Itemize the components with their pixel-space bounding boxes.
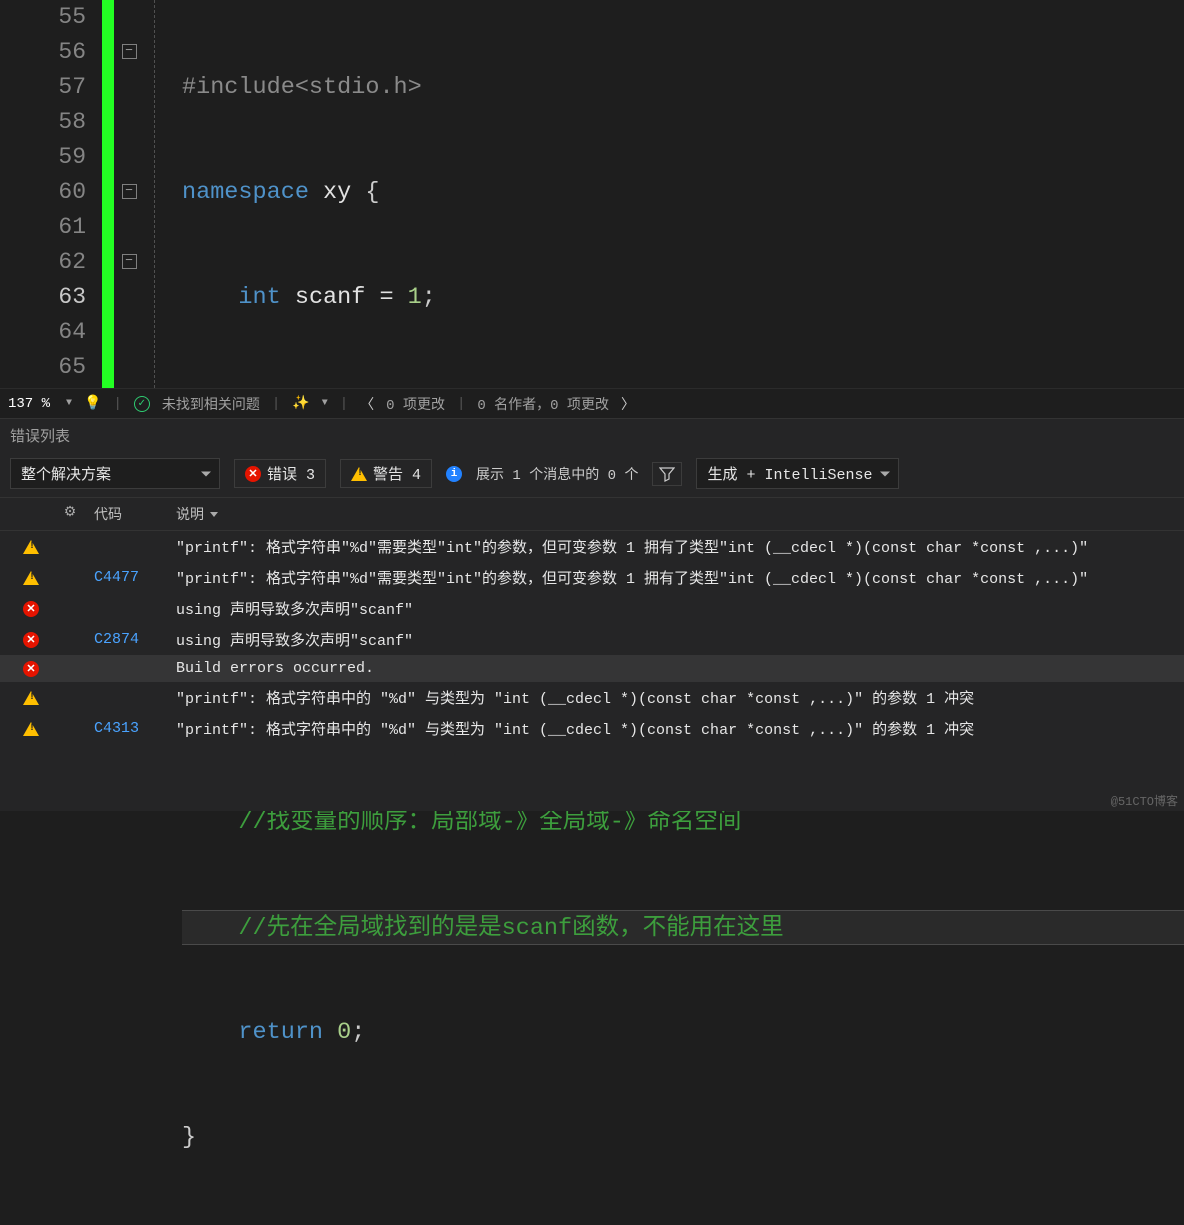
fold-toggle[interactable]: − — [122, 44, 137, 59]
info-filter-label[interactable]: 展示 1 个消息中的 0 个 — [476, 464, 638, 484]
error-code[interactable]: C2874 — [90, 631, 172, 648]
change-margin — [102, 0, 114, 388]
warning-icon — [23, 691, 39, 705]
nav-left-icon[interactable]: 〈 — [360, 394, 374, 414]
fold-column[interactable]: − − − — [114, 0, 144, 388]
fold-toggle[interactable]: − — [122, 184, 137, 199]
wand-icon[interactable]: ✨ — [292, 395, 309, 412]
error-row[interactable]: "printf": 格式字符串中的 "%d" 与类型为 "int (__cdec… — [0, 682, 1184, 713]
warning-icon — [23, 571, 39, 585]
errors-filter[interactable]: ✕ 错误 3 — [234, 459, 326, 488]
error-row[interactable]: ✕ C2874using 声明导致多次声明"scanf" — [0, 624, 1184, 655]
editor-status-bar: 137 % ▼ 💡 | ✓ 未找到相关问题 | ✨ ▼ | 〈 0 项更改 | … — [0, 388, 1184, 418]
warning-icon — [23, 540, 39, 554]
watermark: @51CTO博客 — [1111, 792, 1178, 809]
error-description: Build errors occurred. — [172, 660, 1184, 677]
scope-dropdown[interactable]: 整个解决方案 — [10, 458, 220, 489]
error-description: "printf": 格式字符串"%d"需要类型"int"的参数，但可变参数 1 … — [172, 567, 1184, 588]
fold-toggle[interactable]: − — [122, 254, 137, 269]
error-description: "printf": 格式字符串中的 "%d" 与类型为 "int (__cdec… — [172, 718, 1184, 739]
status-authors: 0 名作者，0 项更改 — [477, 394, 609, 414]
indent-guides — [144, 0, 182, 388]
error-row[interactable]: C4477"printf": 格式字符串"%d"需要类型"int"的参数，但可变… — [0, 562, 1184, 593]
gear-icon[interactable]: ⚙ — [50, 498, 90, 530]
error-row[interactable]: ✕ using 声明导致多次声明"scanf" — [0, 593, 1184, 624]
error-row[interactable]: ✕ Build errors occurred. — [0, 655, 1184, 682]
error-row[interactable]: C4313"printf": 格式字符串中的 "%d" 与类型为 "int (_… — [0, 713, 1184, 744]
code-content[interactable]: #include<stdio.h> namespace xy { int sca… — [182, 0, 1184, 388]
source-dropdown[interactable]: 生成 + IntelliSense — [696, 458, 899, 489]
error-description: "printf": 格式字符串中的 "%d" 与类型为 "int (__cdec… — [172, 687, 1184, 708]
status-problems: 未找到相关问题 — [162, 394, 260, 414]
col-code[interactable]: 代码 — [90, 498, 172, 530]
column-headers: ⚙ 代码 说明 — [0, 498, 1184, 531]
error-row[interactable]: "printf": 格式字符串"%d"需要类型"int"的参数，但可变参数 1 … — [0, 531, 1184, 562]
zoom-dropdown-icon[interactable]: ▼ — [66, 398, 72, 409]
error-toolbar: 整个解决方案 ✕ 错误 3 警告 4 i 展示 1 个消息中的 0 个 生成 +… — [0, 452, 1184, 498]
error-list-panel: 错误列表 整个解决方案 ✕ 错误 3 警告 4 i 展示 1 个消息中的 0 个… — [0, 418, 1184, 811]
col-desc[interactable]: 说明 — [172, 498, 1184, 530]
error-icon: ✕ — [23, 661, 39, 677]
line-number-gutter: 55 56 57 58 59 60 61 62 63 64 65 — [0, 0, 102, 388]
nav-right-icon[interactable]: 〈 — [621, 394, 635, 414]
warning-icon — [351, 467, 367, 481]
error-description: using 声明导致多次声明"scanf" — [172, 598, 1184, 619]
panel-title: 错误列表 — [0, 419, 1184, 452]
error-icon: ✕ — [23, 601, 39, 617]
warning-icon — [23, 722, 39, 736]
error-description: "printf": 格式字符串"%d"需要类型"int"的参数，但可变参数 1 … — [172, 536, 1184, 557]
error-rows: "printf": 格式字符串"%d"需要类型"int"的参数，但可变参数 1 … — [0, 531, 1184, 744]
zoom-level[interactable]: 137 % — [8, 396, 54, 412]
error-description: using 声明导致多次声明"scanf" — [172, 629, 1184, 650]
lightbulb-icon[interactable]: 💡 — [84, 395, 101, 412]
status-changes: 0 项更改 — [386, 394, 445, 414]
check-icon: ✓ — [134, 396, 150, 412]
code-editor[interactable]: 55 56 57 58 59 60 61 62 63 64 65 − − − #… — [0, 0, 1184, 388]
error-icon: ✕ — [245, 466, 261, 482]
error-code[interactable]: C4313 — [90, 720, 172, 737]
error-code[interactable]: C4477 — [90, 569, 172, 586]
wand-dropdown-icon[interactable]: ▼ — [322, 398, 328, 409]
info-icon: i — [446, 466, 462, 482]
warnings-filter[interactable]: 警告 4 — [340, 459, 432, 488]
filter-button[interactable] — [652, 462, 682, 486]
error-icon: ✕ — [23, 632, 39, 648]
